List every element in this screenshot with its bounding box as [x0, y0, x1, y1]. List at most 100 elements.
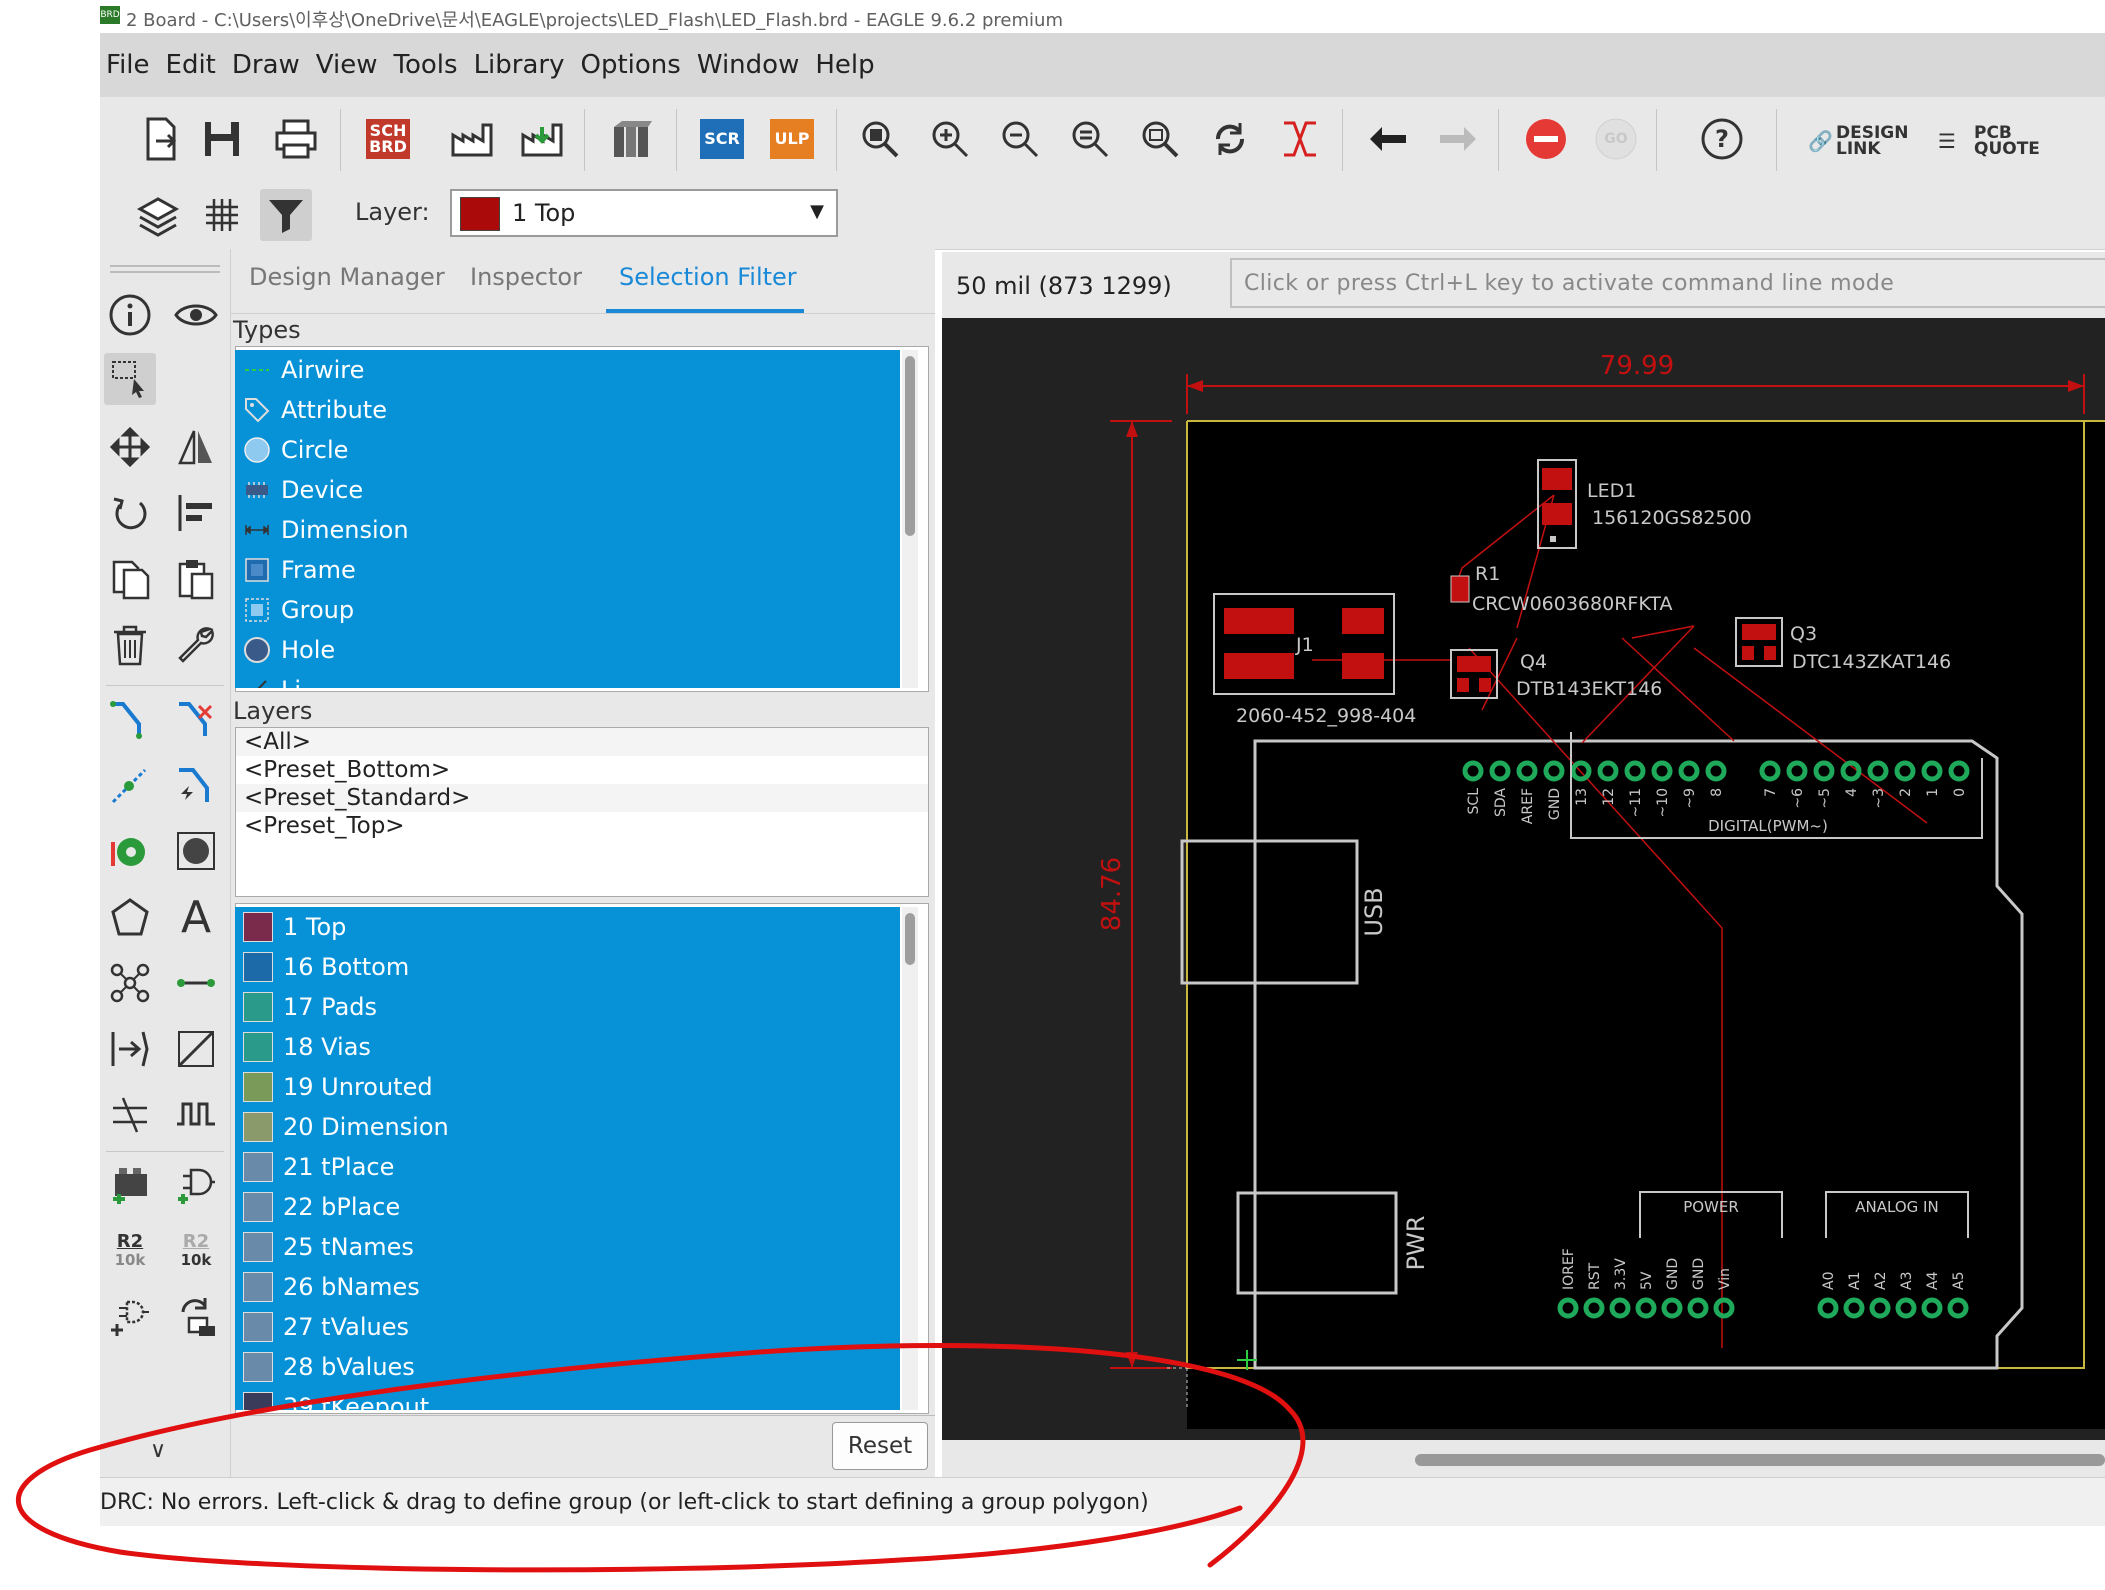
rotate-icon[interactable]: [104, 487, 156, 539]
list-item[interactable]: 27 tValues: [235, 1307, 900, 1347]
add-gate-icon[interactable]: [104, 1291, 156, 1343]
menu-options[interactable]: Options: [580, 50, 680, 80]
list-item[interactable]: 18 Vias: [235, 1027, 900, 1067]
list-item[interactable]: Frame: [235, 550, 900, 590]
list-item[interactable]: <Preset_Standard>: [236, 784, 928, 812]
scrollbar-thumb[interactable]: [1415, 1454, 2105, 1466]
menu-edit[interactable]: Edit: [166, 50, 216, 80]
list-item[interactable]: 17 Pads: [235, 987, 900, 1027]
zoom-out-icon[interactable]: [994, 113, 1046, 165]
ulp-button[interactable]: ULP: [770, 119, 814, 159]
signal-icon[interactable]: [104, 957, 156, 1009]
fanout-icon[interactable]: [104, 759, 156, 811]
list-item[interactable]: 39 tKeepout: [235, 1387, 900, 1410]
list-item[interactable]: 25 tNames: [235, 1227, 900, 1267]
undo-icon[interactable]: [1362, 113, 1414, 165]
replace-part-icon[interactable]: [170, 1159, 222, 1211]
split-icon[interactable]: [104, 1089, 156, 1141]
attribute-tool-icon[interactable]: [104, 1023, 156, 1075]
zoom-area-icon[interactable]: [1134, 113, 1186, 165]
list-item[interactable]: 1 Top: [235, 907, 900, 947]
smash-icon[interactable]: [170, 1291, 222, 1343]
line-tool-icon[interactable]: [170, 957, 222, 1009]
layers-scrollbar[interactable]: [902, 907, 918, 1410]
open-file-icon[interactable]: [136, 113, 188, 165]
scrollbar-thumb[interactable]: [905, 356, 915, 536]
library-icon[interactable]: [606, 113, 658, 165]
list-item[interactable]: 26 bNames: [235, 1267, 900, 1307]
types-scrollbar[interactable]: [902, 350, 918, 688]
autoroute-icon[interactable]: [170, 759, 222, 811]
expand-palette-icon[interactable]: ∨: [150, 1438, 166, 1463]
filter-icon[interactable]: [260, 189, 312, 241]
ripup-icon[interactable]: [170, 693, 222, 745]
cam-processor-icon[interactable]: [446, 113, 498, 165]
sch-brd-switch-button[interactable]: SCH BRD: [366, 119, 410, 159]
text-tool-icon[interactable]: A: [170, 891, 222, 943]
scrollbar-thumb[interactable]: [905, 913, 915, 965]
menu-draw[interactable]: Draw: [232, 50, 300, 80]
zoom-select-icon[interactable]: [1064, 113, 1116, 165]
canvas-horizontal-scrollbar[interactable]: [942, 1440, 2105, 1477]
layer-select[interactable]: 1 Top ▼: [450, 189, 838, 237]
reset-button[interactable]: Reset: [832, 1422, 928, 1470]
via-icon[interactable]: [104, 825, 156, 877]
menu-file[interactable]: File: [106, 50, 150, 80]
menu-window[interactable]: Window: [697, 50, 800, 80]
menu-tools[interactable]: Tools: [394, 50, 458, 80]
delete-icon[interactable]: [104, 619, 156, 671]
help-icon[interactable]: ?: [1696, 113, 1748, 165]
meander-icon[interactable]: [170, 1089, 222, 1141]
save-icon[interactable]: [196, 113, 248, 165]
move-icon[interactable]: [104, 421, 156, 473]
group-select-icon[interactable]: [104, 353, 156, 405]
list-item[interactable]: Airwire: [235, 350, 900, 390]
list-item[interactable]: 20 Dimension: [235, 1107, 900, 1147]
redraw-icon[interactable]: [1204, 113, 1256, 165]
layers-icon[interactable]: [132, 189, 184, 241]
zoom-fit-icon[interactable]: [854, 113, 906, 165]
list-item[interactable]: Circle: [235, 430, 900, 470]
list-item[interactable]: Dimension: [235, 510, 900, 550]
list-item[interactable]: Attribute: [235, 390, 900, 430]
mirror-icon[interactable]: [170, 421, 222, 473]
stop-icon[interactable]: [1520, 113, 1572, 165]
print-icon[interactable]: [270, 113, 322, 165]
ratsnest-icon[interactable]: [1274, 113, 1326, 165]
script-button[interactable]: SCR: [700, 119, 744, 159]
redo-icon[interactable]: [1432, 113, 1484, 165]
menu-help[interactable]: Help: [815, 50, 874, 80]
tab-design-manager[interactable]: Design Manager: [249, 263, 445, 291]
list-item[interactable]: Hole: [235, 630, 900, 670]
go-button[interactable]: GO: [1590, 113, 1642, 165]
manufacturing-icon[interactable]: [516, 113, 568, 165]
list-item[interactable]: 22 bPlace: [235, 1187, 900, 1227]
board-canvas[interactable]: 79.99 84.76 USB PWR LED1 156120GS82500 R…: [942, 318, 2105, 1440]
hole-icon[interactable]: [170, 825, 222, 877]
list-item[interactable]: Device: [235, 470, 900, 510]
name-tool-icon[interactable]: R2 10k: [104, 1225, 156, 1277]
list-item[interactable]: Group: [235, 590, 900, 630]
menu-library[interactable]: Library: [474, 50, 565, 80]
list-item[interactable]: <Preset_Top>: [236, 812, 928, 840]
copy-icon[interactable]: [104, 553, 156, 605]
miter-icon[interactable]: [170, 1023, 222, 1075]
list-item[interactable]: <Preset_Bottom>: [236, 756, 928, 784]
list-item[interactable]: <All>: [236, 728, 928, 756]
tab-selection-filter[interactable]: Selection Filter: [619, 263, 797, 291]
command-line-input[interactable]: Click or press Ctrl+L key to activate co…: [1230, 258, 2105, 308]
show-eye-icon[interactable]: [170, 289, 222, 341]
list-item[interactable]: 16 Bottom: [235, 947, 900, 987]
list-item[interactable]: 19 Unrouted: [235, 1067, 900, 1107]
wrench-icon[interactable]: [170, 619, 222, 671]
info-icon[interactable]: [104, 289, 156, 341]
paste-icon[interactable]: [170, 553, 222, 605]
zoom-in-icon[interactable]: [924, 113, 976, 165]
list-item[interactable]: 21 tPlace: [235, 1147, 900, 1187]
polygon-icon[interactable]: [104, 891, 156, 943]
tab-inspector[interactable]: Inspector: [470, 263, 582, 291]
list-item[interactable]: 28 bValues: [235, 1347, 900, 1387]
list-item[interactable]: Li...: [235, 670, 900, 688]
align-icon[interactable]: [170, 487, 222, 539]
menu-view[interactable]: View: [316, 50, 378, 80]
